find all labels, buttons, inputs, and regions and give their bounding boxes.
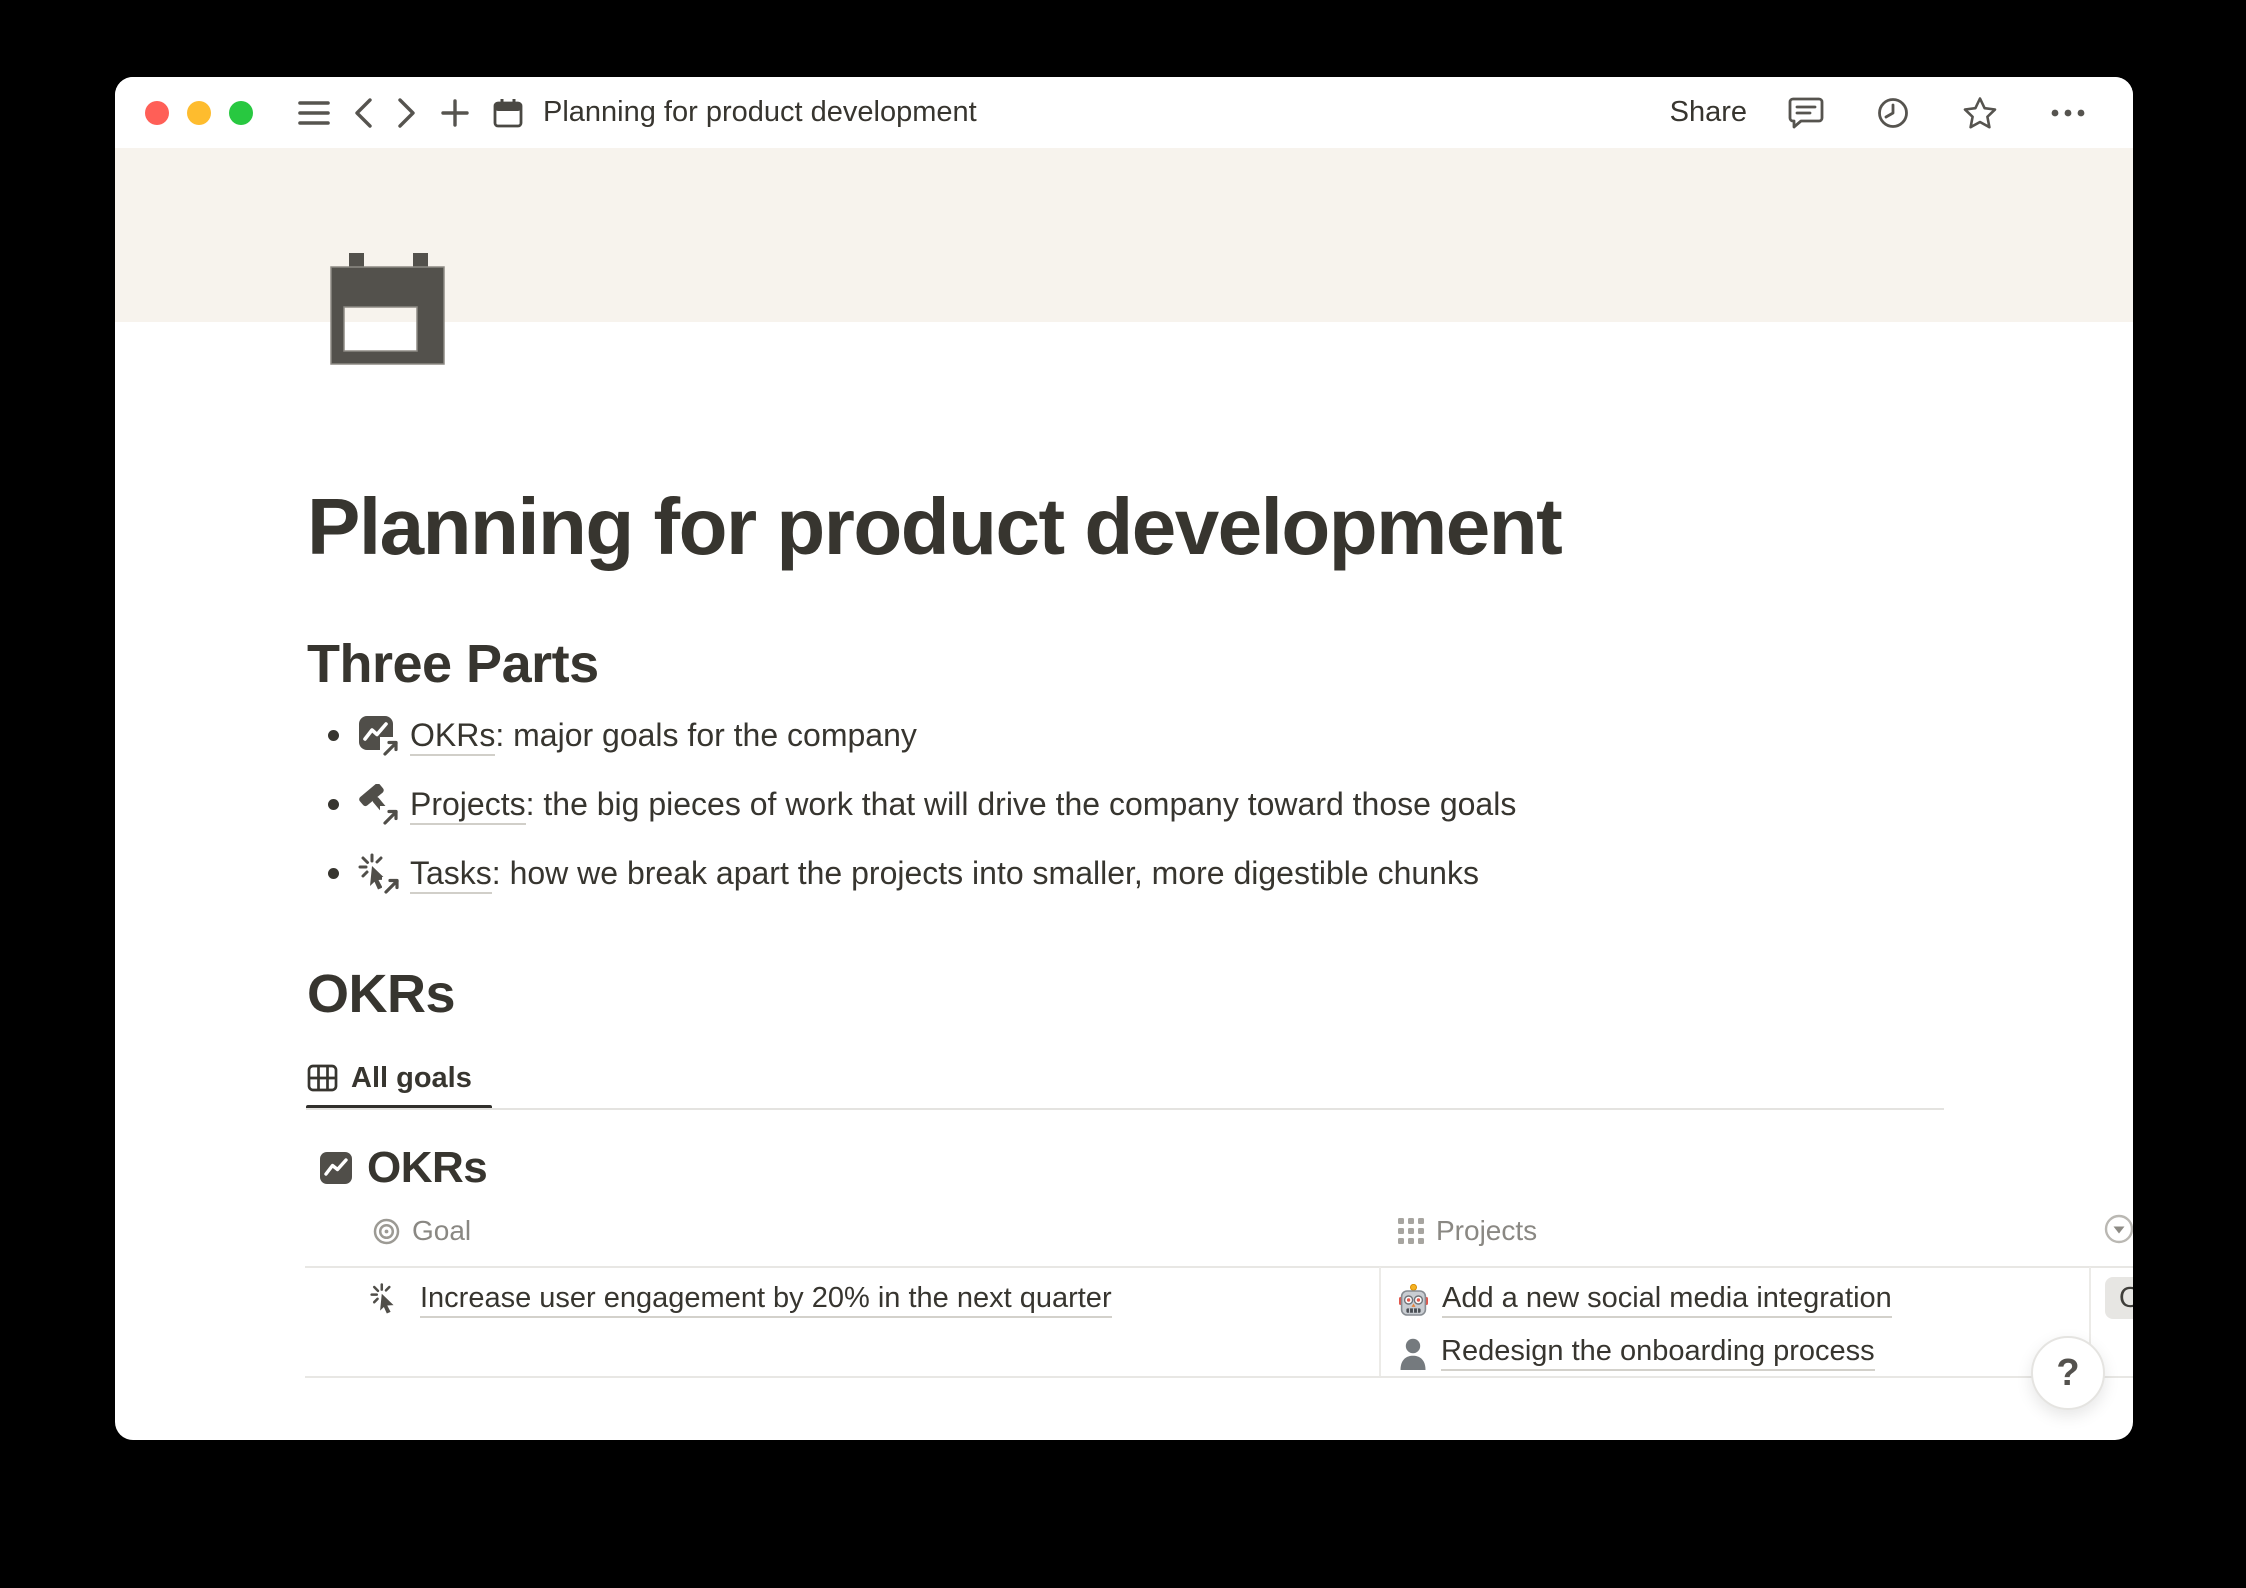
ellipsis-icon xyxy=(2050,108,2086,118)
database-title-text: OKRs xyxy=(367,1143,487,1193)
comments-button[interactable] xyxy=(1788,96,1824,130)
list-item: Projects: the big pieces of work that wi… xyxy=(307,770,1516,839)
project-page-link[interactable]: Add a new social media integration xyxy=(1442,1282,1892,1318)
bullet-rest: : major goals for the company xyxy=(495,717,917,753)
chart-increasing-page-icon xyxy=(358,715,402,757)
hamburger-menu-icon xyxy=(298,100,330,126)
column-header-goal[interactable]: Goal xyxy=(373,1213,471,1249)
column-label: Projects xyxy=(1436,1215,1537,1247)
list-item: Tasks: how we break apart the projects i… xyxy=(307,839,1516,908)
comment-bubble-icon xyxy=(1788,96,1824,130)
forward-button[interactable] xyxy=(396,96,418,130)
project-page-link[interactable]: Redesign the onboarding process xyxy=(1441,1335,1875,1371)
bullet-text: Tasks: how we break apart the projects i… xyxy=(410,855,1479,892)
page-calendar-icon[interactable] xyxy=(329,253,446,366)
cursor-click-page-icon xyxy=(358,853,402,895)
sidebar-menu-button[interactable] xyxy=(298,100,330,126)
bullet-dot xyxy=(328,799,339,810)
hammer-page-icon xyxy=(358,784,402,826)
tab-label: All goals xyxy=(351,1062,472,1095)
page-link-projects[interactable]: Projects xyxy=(410,786,526,825)
table-column-divider xyxy=(1379,1267,1381,1376)
star-icon xyxy=(1962,96,1998,130)
history-button[interactable] xyxy=(1876,96,1910,130)
notion-window: Planning for product development Share xyxy=(115,77,2133,1440)
minimize-window-button[interactable] xyxy=(187,101,211,125)
column-header-projects[interactable]: Projects xyxy=(1398,1213,1537,1249)
robot-emoji xyxy=(1398,1284,1429,1317)
bullet-dot xyxy=(328,730,339,741)
back-button[interactable] xyxy=(352,96,374,130)
section-heading-okrs: OKRs xyxy=(307,963,455,1025)
clock-icon xyxy=(1876,96,1910,130)
more-options-button[interactable] xyxy=(2050,108,2086,118)
person-silhouette-emoji xyxy=(1398,1337,1428,1370)
page-link-tasks[interactable]: Tasks xyxy=(410,855,492,894)
chart-increasing-icon xyxy=(320,1152,352,1184)
bullet-text: OKRs: major goals for the company xyxy=(410,717,917,754)
favorite-button[interactable] xyxy=(1962,96,1998,130)
bullet-dot xyxy=(328,868,339,879)
breadcrumb-title[interactable]: Planning for product development xyxy=(543,96,977,129)
zoom-window-button[interactable] xyxy=(229,101,253,125)
chevron-left-icon xyxy=(352,96,374,130)
column-sort-toggle[interactable] xyxy=(2104,1214,2133,1244)
table-row-divider xyxy=(305,1266,2133,1268)
goal-cell: Increase user engagement by 20% in the n… xyxy=(370,1282,1112,1318)
share-button[interactable]: Share xyxy=(1670,96,1747,129)
section-heading-three-parts: Three Parts xyxy=(307,633,599,695)
three-parts-list: OKRs: major goals for the company Projec… xyxy=(307,701,1516,908)
breadcrumb-page-icon xyxy=(492,97,524,129)
list-item: OKRs: major goals for the company xyxy=(307,701,1516,770)
traffic-lights xyxy=(145,101,253,125)
page-link-okrs[interactable]: OKRs xyxy=(410,717,495,756)
table-row-divider xyxy=(305,1376,2133,1378)
target-icon xyxy=(373,1218,400,1245)
project-cell-item: Redesign the onboarding process xyxy=(1398,1335,1875,1371)
titlebar-actions: Share xyxy=(1670,96,2097,130)
titlebar: Planning for product development Share xyxy=(115,77,2133,148)
new-tab-button[interactable] xyxy=(440,98,470,128)
tab-strip-divider xyxy=(306,1108,1944,1110)
goal-page-link[interactable]: Increase user engagement by 20% in the n… xyxy=(420,1282,1112,1318)
tab-all-goals[interactable]: All goals xyxy=(307,1053,472,1103)
status-pill-partial[interactable]: O xyxy=(2105,1277,2133,1319)
column-label: Goal xyxy=(412,1215,471,1247)
table-view-icon xyxy=(307,1063,338,1093)
close-window-button[interactable] xyxy=(145,101,169,125)
page-title: Planning for product development xyxy=(307,481,1561,573)
project-cell-item: Add a new social media integration xyxy=(1398,1282,1892,1318)
help-button[interactable]: ? xyxy=(2031,1336,2105,1410)
bullet-text: Projects: the big pieces of work that wi… xyxy=(410,786,1516,823)
bullet-rest: : how we break apart the projects into s… xyxy=(492,855,1479,891)
plus-icon xyxy=(440,98,470,128)
chevron-right-icon xyxy=(396,96,418,130)
database-title[interactable]: OKRs xyxy=(320,1143,487,1193)
relation-grid-icon xyxy=(1398,1218,1424,1244)
cursor-click-icon xyxy=(370,1282,407,1319)
bullet-rest: : the big pieces of work that will drive… xyxy=(526,786,1517,822)
